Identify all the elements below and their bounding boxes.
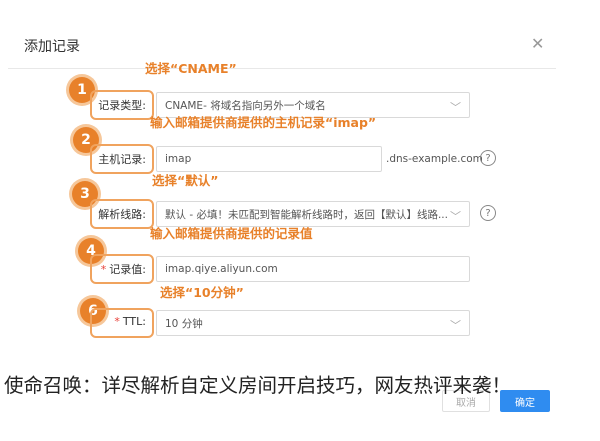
record-value-text: imap.qiye.aliyun.com	[165, 263, 278, 275]
annotation-1: 选择“CNAME”	[145, 61, 237, 76]
help-icon[interactable]: ?	[480, 150, 496, 166]
annotation-3: 选择“默认”	[152, 173, 219, 188]
caption-text: 使命召唤：详尽解析自定义房间开启技巧，网友热评来袭！	[4, 374, 512, 397]
record-type-label: 记录类型:	[98, 99, 146, 112]
ttl-value: 10 分钟	[165, 317, 203, 330]
route-label: 解析线路:	[98, 208, 146, 221]
chevron-down-icon: ﹀	[450, 101, 461, 114]
chevron-down-icon: ﹀	[450, 319, 461, 332]
ttl-label: * TTL:	[114, 315, 146, 328]
domain-suffix: .dns-example.com	[386, 153, 483, 165]
route-value: 默认 - 必填！未匹配到智能解析线路时，返回【默认】线路...	[165, 208, 448, 221]
help-icon[interactable]: ?	[480, 205, 496, 221]
host-record-input[interactable]: imap	[156, 146, 382, 172]
record-type-value: CNAME- 将域名指向另外一个域名	[165, 99, 326, 112]
dialog-title: 添加记录	[24, 39, 80, 55]
host-record-value: imap	[165, 153, 192, 165]
close-icon[interactable]: ✕	[531, 34, 544, 53]
chevron-down-icon: ﹀	[450, 210, 461, 223]
annotation-6: 选择“10分钟”	[160, 285, 244, 300]
record-value-input[interactable]: imap.qiye.aliyun.com	[156, 256, 470, 282]
record-value-label: * 记录值:	[100, 263, 146, 276]
divider	[8, 68, 556, 69]
host-record-label: 主机记录:	[98, 153, 146, 166]
ttl-select[interactable]: 10 分钟 ﹀	[156, 310, 470, 336]
annotation-2: 输入邮箱提供商提供的主机记录“imap”	[150, 115, 377, 130]
annotation-4: 输入邮箱提供商提供的记录值	[150, 226, 313, 241]
